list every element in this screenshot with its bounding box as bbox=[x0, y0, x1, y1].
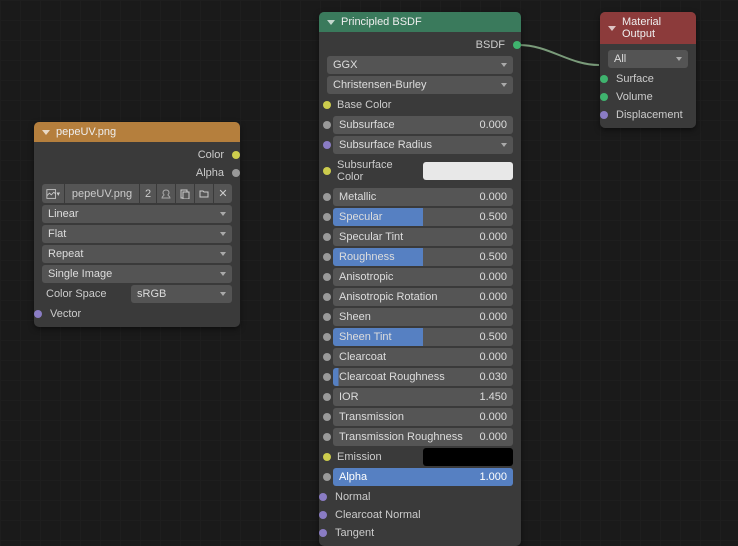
sheen-field[interactable]: Sheen0.000 bbox=[333, 308, 513, 326]
browse-image-icon[interactable]: ▾ bbox=[42, 184, 64, 203]
sss-color-swatch[interactable] bbox=[423, 162, 513, 180]
output-bsdf: BSDF bbox=[323, 36, 517, 54]
specular-tint-field[interactable]: Specular Tint0.000 bbox=[333, 228, 513, 246]
socket-metallic[interactable] bbox=[323, 193, 331, 201]
metallic-field[interactable]: Metallic0.000 bbox=[333, 188, 513, 206]
volume-label: Volume bbox=[616, 91, 653, 103]
projection-select[interactable]: Flat bbox=[42, 225, 232, 243]
socket-anisotropic-rotation[interactable] bbox=[323, 293, 331, 301]
socket-transmission-roughness[interactable] bbox=[323, 433, 331, 441]
new-image-icon[interactable] bbox=[176, 184, 194, 203]
socket-clearcoat-normal[interactable] bbox=[319, 511, 327, 519]
socket-bsdf-out[interactable] bbox=[513, 41, 521, 49]
transmission-field[interactable]: Transmission0.000 bbox=[333, 408, 513, 426]
socket-sss-radius[interactable] bbox=[323, 141, 331, 149]
surface-label: Surface bbox=[616, 73, 654, 85]
socket-vector-in[interactable] bbox=[34, 310, 42, 318]
socket-sss-color[interactable] bbox=[323, 167, 331, 175]
distribution-select[interactable]: GGX bbox=[327, 56, 513, 74]
anisotropic-rotation-field[interactable]: Anisotropic Rotation0.000 bbox=[333, 288, 513, 306]
socket-normal[interactable] bbox=[319, 493, 327, 501]
node-image-texture[interactable]: pepeUV.png Color Alpha ▾ pepeUV.png 2 bbox=[34, 122, 240, 327]
node-title: pepeUV.png bbox=[56, 126, 116, 138]
target-select[interactable]: All bbox=[608, 50, 688, 68]
socket-volume[interactable] bbox=[600, 93, 608, 101]
collapse-icon[interactable] bbox=[327, 20, 335, 25]
socket-tangent[interactable] bbox=[319, 529, 327, 537]
node-header[interactable]: Principled BSDF bbox=[319, 12, 521, 32]
socket-sheen[interactable] bbox=[323, 313, 331, 321]
sss-method-select[interactable]: Christensen-Burley bbox=[327, 76, 513, 94]
clearcoat-roughness-field[interactable]: Clearcoat Roughness0.030 bbox=[333, 368, 513, 386]
node-principled-bsdf[interactable]: Principled BSDF BSDF GGX Christensen-Bur… bbox=[319, 12, 521, 546]
clearcoat-field[interactable]: Clearcoat0.000 bbox=[333, 348, 513, 366]
socket-ior[interactable] bbox=[323, 393, 331, 401]
alpha-field[interactable]: Alpha1.000 bbox=[333, 468, 513, 486]
collapse-icon[interactable] bbox=[608, 26, 616, 31]
socket-specular[interactable] bbox=[323, 213, 331, 221]
ior-field[interactable]: IOR1.450 bbox=[333, 388, 513, 406]
node-header[interactable]: Material Output bbox=[600, 12, 696, 44]
subsurface-radius-expand[interactable]: Subsurface Radius bbox=[333, 136, 513, 154]
socket-color-out[interactable] bbox=[232, 151, 240, 159]
interpolation-select[interactable]: Linear bbox=[42, 205, 232, 223]
transmission-roughness-field[interactable]: Transmission Roughness0.000 bbox=[333, 428, 513, 446]
node-title: Principled BSDF bbox=[341, 16, 422, 28]
socket-emission[interactable] bbox=[323, 453, 331, 461]
roughness-field[interactable]: Roughness0.500 bbox=[333, 248, 513, 266]
specular-field[interactable]: Specular0.500 bbox=[333, 208, 513, 226]
node-title: Material Output bbox=[622, 16, 688, 40]
output-alpha: Alpha bbox=[38, 164, 236, 182]
collapse-icon[interactable] bbox=[42, 130, 50, 135]
socket-clearcoat-roughness[interactable] bbox=[323, 373, 331, 381]
socket-subsurface[interactable] bbox=[323, 121, 331, 129]
open-image-icon[interactable] bbox=[195, 184, 213, 203]
socket-alpha-out[interactable] bbox=[232, 169, 240, 177]
image-users[interactable]: 2 bbox=[140, 184, 156, 203]
fake-user-icon[interactable] bbox=[157, 184, 175, 203]
base-color-swatch[interactable] bbox=[423, 96, 513, 114]
sheen-tint-field[interactable]: Sheen Tint0.500 bbox=[333, 328, 513, 346]
extension-select[interactable]: Repeat bbox=[42, 245, 232, 263]
input-vector: Vector bbox=[38, 305, 236, 323]
socket-transmission[interactable] bbox=[323, 413, 331, 421]
emission-swatch[interactable] bbox=[423, 448, 513, 466]
socket-base-color[interactable] bbox=[323, 101, 331, 109]
displacement-label: Displacement bbox=[616, 109, 683, 121]
socket-alpha[interactable] bbox=[323, 473, 331, 481]
image-name-field[interactable]: pepeUV.png bbox=[65, 184, 139, 203]
clearcoat-normal-label: Clearcoat Normal bbox=[335, 509, 421, 521]
socket-surface[interactable] bbox=[600, 75, 608, 83]
sss-color-label: Subsurface Color bbox=[333, 156, 419, 186]
socket-anisotropic[interactable] bbox=[323, 273, 331, 281]
tangent-label: Tangent bbox=[335, 527, 374, 539]
socket-specular-tint[interactable] bbox=[323, 233, 331, 241]
base-color-label: Base Color bbox=[333, 96, 419, 114]
image-selector[interactable]: ▾ pepeUV.png 2 ✕ bbox=[42, 184, 232, 203]
node-material-output[interactable]: Material Output All Surface Volume Displ… bbox=[600, 12, 696, 128]
normal-label: Normal bbox=[335, 491, 370, 503]
unlink-image-icon[interactable]: ✕ bbox=[214, 184, 232, 203]
subsurface-field[interactable]: Subsurface0.000 bbox=[333, 116, 513, 134]
output-color: Color bbox=[38, 146, 236, 164]
colorspace-select[interactable]: sRGB bbox=[131, 285, 232, 303]
colorspace-label: Color Space bbox=[42, 285, 127, 303]
anisotropic-field[interactable]: Anisotropic0.000 bbox=[333, 268, 513, 286]
socket-roughness[interactable] bbox=[323, 253, 331, 261]
node-header[interactable]: pepeUV.png bbox=[34, 122, 240, 142]
socket-sheen-tint[interactable] bbox=[323, 333, 331, 341]
source-select[interactable]: Single Image bbox=[42, 265, 232, 283]
socket-clearcoat[interactable] bbox=[323, 353, 331, 361]
emission-label: Emission bbox=[333, 448, 419, 466]
socket-displacement[interactable] bbox=[600, 111, 608, 119]
